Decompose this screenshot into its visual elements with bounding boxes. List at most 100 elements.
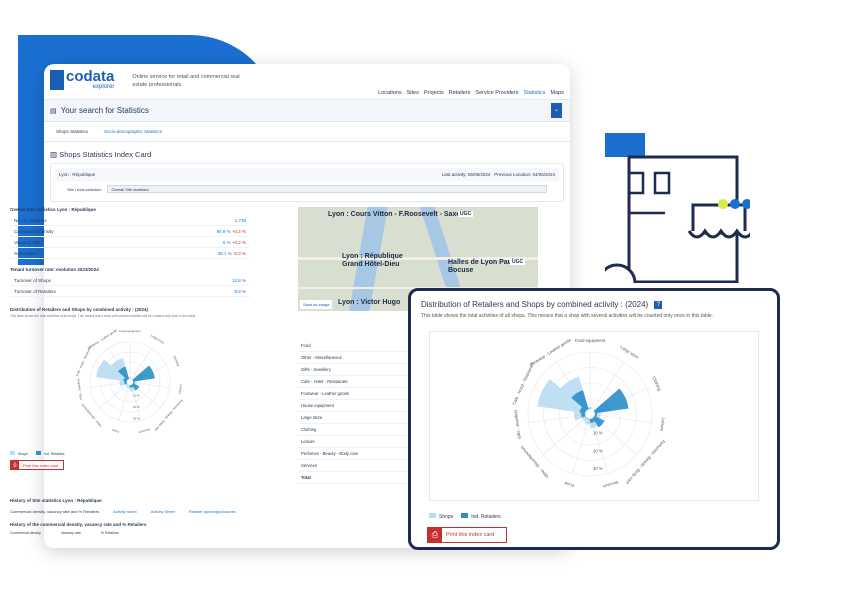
table-row: Clothing [298,424,408,436]
ring-label: 30 % [593,466,603,471]
site-selection-row: Site / Axis selection Overall Site stati… [67,185,547,193]
stat-row: Commercial density 90.8 % +0.2 % [10,226,250,237]
popup-title-text: Distribution of Retailers and Shops by c… [421,300,649,309]
map-label: Lyon : Victor Hugo [338,299,401,306]
history-tab[interactable]: Activity sheet [113,509,137,514]
tab-shops-statistics[interactable]: Shops Statistics [56,129,88,134]
table-row: Large store [298,412,408,424]
legend-item: Vacancy rate [60,531,81,535]
category-label: Food equipment [575,338,606,343]
stat-label: No. of Locations [14,218,47,223]
history-tab[interactable]: Commercial density, vacancy rate and % R… [10,509,99,514]
category-label: Perfumes - Beauty - Body care [624,439,666,486]
category-label: Food [111,428,119,434]
ring-label: 30 % [133,416,140,420]
stat-value: 12.8 % [231,278,246,283]
legend-item-retailers: Ind. Retailers [461,513,501,520]
print-button-small[interactable]: ⎙ Print this index card [10,460,64,470]
stat-change: +0.2 % [231,229,246,234]
logo-mark-icon [50,70,64,90]
category-label: Cafe - Hotel - Restaurant [511,361,535,406]
category-label: Footwear - Leather goods [87,328,118,350]
table-row: Services [298,460,408,472]
ring-label: 10 % [593,431,603,436]
search-header: ▤ Your search for Statistics ⌄ [44,100,570,122]
index-card: Lyon : République Last activity: 06/06/2… [50,163,564,202]
save-map-button[interactable]: Save as image [300,300,333,309]
turnover-table: Turnover of Shops 12.8 % Turnover of Retai… [10,275,250,297]
app-header: codata explorer Online service for retai… [44,64,570,100]
main-nav: Locations Sites Projects Retailers Service P… [378,90,564,96]
category-label: Services [602,480,619,489]
section-title: ▥ Shops Statistics Index Card [44,142,570,163]
card-header: Lyon : République Last activity: 06/06/2… [55,168,559,181]
category-label: Leisure [659,417,666,432]
history-tab[interactable]: Retailer openings/closures [189,509,236,514]
tagline: Online service for retail and commercial… [132,74,240,88]
left-chart-desc: This table shows the total activities of… [10,314,197,318]
chart-icon: ▥ [50,150,58,159]
map-label: Lyon : République Grand Hôtel-Dieu [342,253,403,268]
stat-label: Turnover of Retailers [14,289,56,294]
print-button[interactable]: ⎙ Print this index card [427,527,507,543]
legend-item-shops: Shops [429,513,453,520]
nav-item-service-providers[interactable]: Service Providers [475,90,518,96]
retailers-wedge [130,365,155,382]
search-title: Your search for Statistics [60,106,149,115]
category-label: Clothing [172,355,180,367]
stat-label: Turnover of Shops [14,278,51,283]
retailers-wedge [590,388,629,414]
turnover-title: Tenant turnover rate: evolution 2023/202… [10,267,99,272]
card-location: Lyon : République [59,172,96,177]
help-icon[interactable]: ? [654,300,663,309]
ring-label: 20 % [593,448,603,453]
polar-chart: Food equipment Large store Clothing Leisure… [511,337,666,489]
stat-row: Turnover of Shops 12.8 % [10,275,250,286]
nav-item-retailers[interactable]: Retailers [449,90,471,96]
print-label: Print this index card [446,532,495,538]
category-label: Other - Miscellaneous [519,445,549,479]
stat-value: 6 % [222,240,231,245]
logo[interactable]: codata explorer [50,69,114,90]
popup-desc: This table shows the total activities of… [421,313,714,319]
activity-table: Food Other - Miscellaneous Gifts - Jewelle… [298,340,408,484]
stat-value: 1,738 [234,218,246,223]
table-row: Leisure [298,436,408,448]
overall-title: Overall Site statistics Lyon : Républiqu… [10,207,96,212]
shop-illustration [605,133,750,283]
left-legend: Shops Ind. Retailers [10,451,250,456]
stat-label: Commercial density [14,229,54,234]
popup-legend: Shops Ind. Retailers [429,513,501,520]
stat-value: 38.1 % [217,251,232,256]
nav-item-maps[interactable]: Maps [551,90,564,96]
category-label: Large store [619,344,640,360]
polar-chart-frame: Food equipment Large store Clothing Leisure… [429,331,759,501]
stat-label: Vacancy rate [14,240,40,245]
nav-item-sites[interactable]: Sites [407,90,419,96]
table-row: Food [298,340,408,352]
table-row: Perfumes - Beauty - Body care [298,448,408,460]
table-row: Cafe - Hotel - Restaurant [298,376,408,388]
center-hole [585,409,595,419]
category-label: Services [138,427,151,434]
legend-item: % Retailers [100,531,119,535]
site-selection-select[interactable]: Overall Site statistics [107,185,547,193]
history-tab[interactable]: Activity Sheet [151,509,175,514]
left-polar-chart: Food equipment Large store Clothing Leisure… [75,328,184,435]
nav-item-statistics[interactable]: Statistics [524,90,546,96]
site-selection-label: Site / Axis selection [67,186,102,192]
center-hole [126,378,134,386]
overall-table: No. of Locations 1,738 Commercial density… [10,215,250,259]
nav-item-locations[interactable]: Locations [378,90,402,96]
category-label: Food [563,481,574,489]
tab-socio-demographic[interactable]: Socio-demographic Statistics [104,129,162,134]
nav-item-projects[interactable]: Projects [424,90,444,96]
stats-icon: ▤ [50,107,57,115]
category-label: Perfumes - Beauty - Body care [153,399,183,433]
map-label: Halles de Lyon Paul Bocuse [448,259,514,274]
table-row: Other - Miscellaneous [298,352,408,364]
stat-value: 90.8 % [216,229,231,234]
collapse-button[interactable]: ⌄ [551,103,562,118]
stat-row: Vacancy rate 6 % +0.2 % [10,237,250,248]
print-icon: ⎙ [428,528,442,542]
